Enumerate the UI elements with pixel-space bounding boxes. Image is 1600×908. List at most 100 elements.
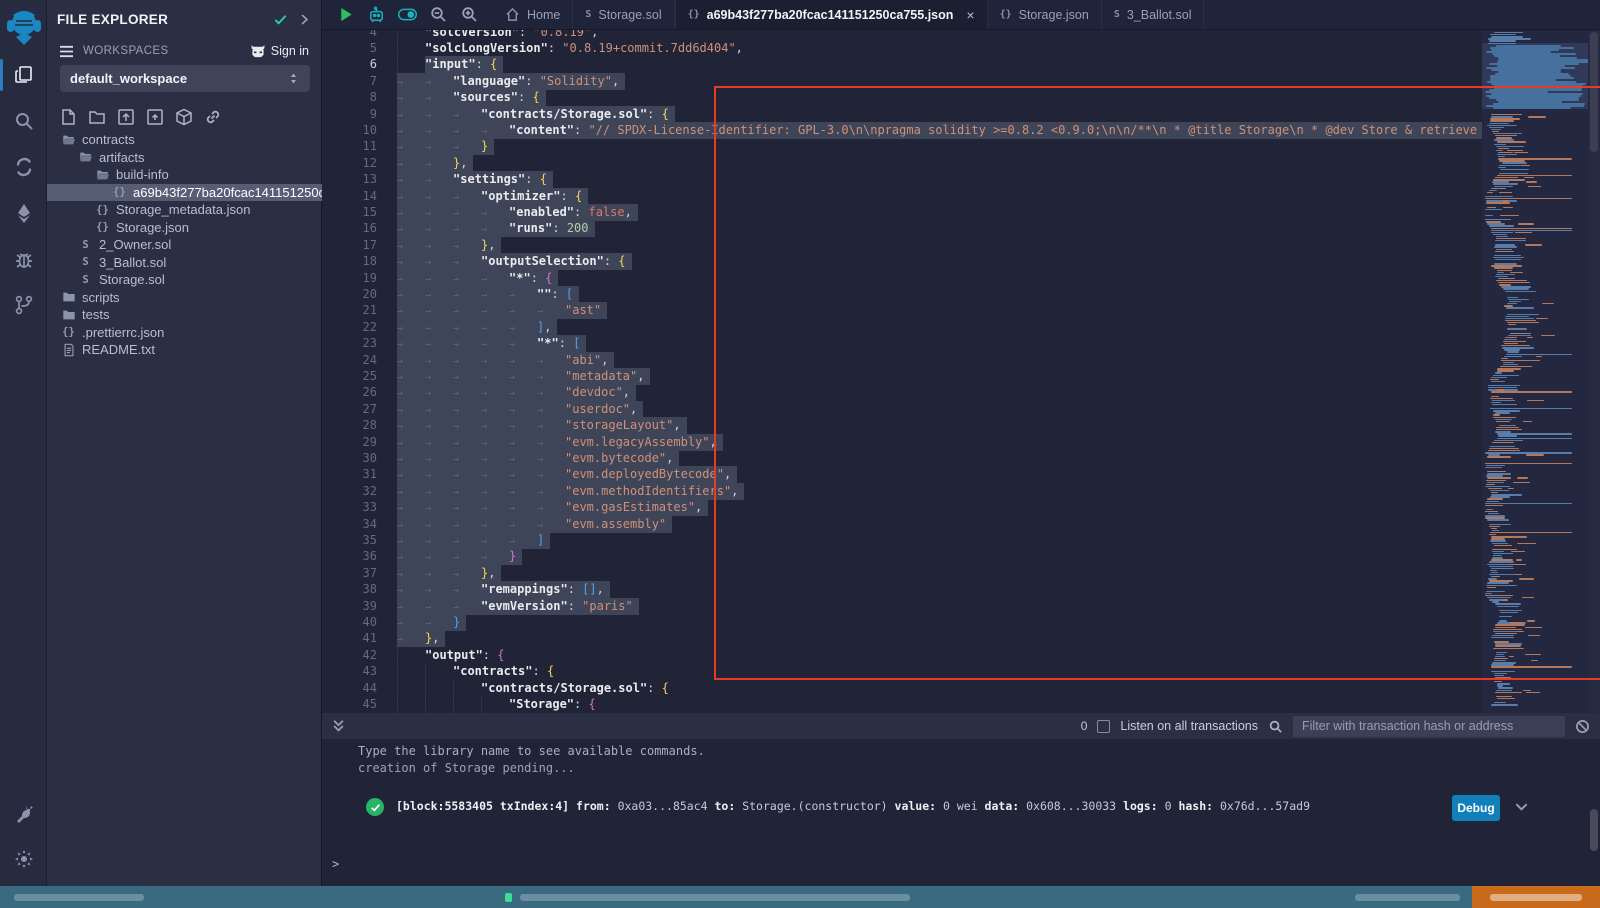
upload-folder-icon[interactable]: [146, 108, 164, 126]
tab-storage-json[interactable]: {}Storage.json: [988, 0, 1102, 29]
debug-button[interactable]: Debug: [1452, 795, 1500, 821]
tree-item-storage-json[interactable]: {}Storage.json: [47, 219, 322, 237]
play-icon[interactable]: [336, 5, 355, 24]
zoom-out-icon[interactable]: [429, 5, 448, 24]
listen-all-transactions-checkbox[interactable]: [1097, 720, 1110, 733]
chevron-right-icon[interactable]: [298, 13, 311, 26]
code-line-21[interactable]: 21→→→→→→"ast": [322, 302, 607, 319]
code-line-44[interactable]: 44"contracts/Storage.sol": {: [322, 680, 669, 697]
code-line-24[interactable]: 24→→→→→→"abi",: [322, 352, 614, 369]
code-line-31[interactable]: 31→→→→→→"evm.deployedBytecode",: [322, 466, 737, 483]
code-line-8[interactable]: 8→→"sources": {: [322, 89, 546, 106]
tab-storage-sol[interactable]: SStorage.sol: [573, 0, 674, 29]
code-line-38[interactable]: 38→→→"remappings": [],: [322, 581, 610, 598]
tree-item-storage-sol[interactable]: SStorage.sol: [47, 271, 322, 289]
code-line-12[interactable]: 12→→},: [322, 155, 473, 172]
check-icon[interactable]: [273, 12, 288, 27]
code-line-25[interactable]: 25→→→→→→"metadata",: [322, 368, 650, 385]
clear-console-icon[interactable]: [1575, 719, 1590, 734]
terminal-output[interactable]: Type the library name to see available c…: [322, 739, 1600, 886]
file-explorer-icon[interactable]: [0, 52, 47, 98]
code-line-15[interactable]: 15→→→→"enabled": false,: [322, 204, 638, 221]
tab-home[interactable]: Home: [493, 0, 573, 29]
tree-item-artifacts[interactable]: artifacts: [47, 149, 322, 167]
tree-item-readme-txt[interactable]: README.txt: [47, 341, 322, 359]
tab-3-ballot-sol[interactable]: S3_Ballot.sol: [1102, 0, 1205, 29]
code-line-10[interactable]: 10→→→→"content": "// SPDX-License-Identi…: [322, 122, 1563, 139]
code-line-16[interactable]: 16→→→→"runs": 200: [322, 220, 595, 237]
code-line-33[interactable]: 33→→→→→→"evm.gasEstimates",: [322, 499, 708, 516]
search-icon[interactable]: [0, 98, 47, 144]
transaction-log-row[interactable]: [block:5583405 txIndex:4] from: 0xa03...…: [366, 797, 1356, 816]
code-line-36[interactable]: 36→→→→}: [322, 548, 522, 565]
code-line-5[interactable]: 5"solcLongVersion": "0.8.19+commit.7dd6d…: [322, 40, 743, 57]
code-line-6[interactable]: 6"input": {: [322, 56, 503, 73]
code-line-35[interactable]: 35→→→→→]: [322, 532, 550, 549]
tab-a69b43f277ba20fcac141151250ca755-json[interactable]: {}a69b43f277ba20fcac141151250ca755.json×: [675, 0, 988, 29]
tree-item-tests[interactable]: tests: [47, 306, 322, 324]
tree-item-build-info[interactable]: build-info: [47, 166, 322, 184]
git-icon[interactable]: [0, 282, 47, 328]
code-editor[interactable]: 4"solcVersion": "0.8.19",5"solcLongVersi…: [322, 30, 1600, 713]
tree-item--prettierrc-json[interactable]: {}.prettierrc.json: [47, 324, 322, 342]
code-line-39[interactable]: 39→→→"evmVersion": "paris": [322, 598, 639, 615]
close-icon[interactable]: ×: [966, 7, 974, 23]
code-line-14[interactable]: 14→→→"optimizer": {: [322, 188, 588, 205]
cube-icon[interactable]: [175, 108, 193, 126]
code-line-27[interactable]: 27→→→→→→"userdoc",: [322, 401, 643, 418]
hamburger-menu-icon[interactable]: [59, 45, 74, 58]
settings-icon[interactable]: [0, 836, 47, 882]
tree-item-storage-metadata-json[interactable]: {}Storage_metadata.json: [47, 201, 322, 219]
code-line-11[interactable]: 11→→→}: [322, 138, 494, 155]
tree-item-contracts[interactable]: contracts: [47, 131, 322, 149]
plugin-manager-icon[interactable]: [0, 790, 47, 836]
chevron-down-icon[interactable]: [1514, 799, 1529, 817]
code-line-22[interactable]: 22→→→→→],: [322, 319, 557, 336]
code-line-29[interactable]: 29→→→→→→"evm.legacyAssembly",: [322, 434, 723, 451]
code-line-30[interactable]: 30→→→→→→"evm.bytecode",: [322, 450, 679, 467]
code-line-41[interactable]: 41→},: [322, 630, 445, 647]
code-line-20[interactable]: 20→→→→→"": [: [322, 286, 579, 303]
status-alert-badge[interactable]: [1472, 886, 1600, 908]
link-icon[interactable]: [204, 108, 222, 126]
transaction-filter-input[interactable]: [1293, 716, 1565, 737]
code-line-17[interactable]: 17→→→},: [322, 237, 501, 254]
code-line-26[interactable]: 26→→→→→→"devdoc",: [322, 384, 636, 401]
debugger-icon[interactable]: [0, 236, 47, 282]
workspace-selector[interactable]: default_workspace: [60, 65, 310, 92]
code-line-42[interactable]: 42"output": {: [322, 647, 504, 664]
search-icon[interactable]: [1268, 719, 1283, 734]
new-file-icon[interactable]: [59, 108, 77, 126]
code-line-28[interactable]: 28→→→→→→"storageLayout",: [322, 417, 687, 434]
code-line-40[interactable]: 40→→}: [322, 614, 466, 631]
code-line-7[interactable]: 7→→"language": "Solidity",: [322, 73, 625, 90]
minimap[interactable]: [1482, 30, 1588, 713]
code-line-45[interactable]: 45"Storage": {: [322, 696, 596, 713]
robot-icon[interactable]: [367, 5, 386, 24]
deploy-run-icon[interactable]: [0, 190, 47, 236]
terminal-prompt[interactable]: >: [332, 857, 339, 871]
editor-scrollbar[interactable]: [1588, 30, 1600, 713]
tree-item-2-owner-sol[interactable]: S2_Owner.sol: [47, 236, 322, 254]
code-line-37[interactable]: 37→→→},: [322, 565, 501, 582]
tree-item-a69b43f277ba20fcac141151250ca7-[interactable]: {}a69b43f277ba20fcac141151250ca7...: [47, 184, 322, 202]
toggle-icon[interactable]: [398, 5, 417, 24]
tree-item-scripts[interactable]: scripts: [47, 289, 322, 307]
tree-item-3-ballot-sol[interactable]: S3_Ballot.sol: [47, 254, 322, 272]
code-line-32[interactable]: 32→→→→→→"evm.methodIdentifiers",: [322, 483, 744, 500]
github-sign-in-button[interactable]: Sign in: [250, 44, 309, 58]
zoom-in-icon[interactable]: [460, 5, 479, 24]
upload-file-icon[interactable]: [117, 108, 135, 126]
new-folder-icon[interactable]: [88, 108, 106, 126]
solidity-compiler-icon[interactable]: [0, 144, 47, 190]
code-line-43[interactable]: 43"contracts": {: [322, 663, 554, 680]
code-line-34[interactable]: 34→→→→→→"evm.assembly": [322, 516, 672, 533]
remix-logo-icon[interactable]: [0, 0, 47, 52]
chevrons-down-icon[interactable]: [332, 719, 345, 733]
code-line-23[interactable]: 23→→→→→"*": [: [322, 335, 586, 352]
code-line-13[interactable]: 13→→"settings": {: [322, 171, 553, 188]
code-line-18[interactable]: 18→→→"outputSelection": {: [322, 253, 632, 270]
code-line-9[interactable]: 9→→→"contracts/Storage.sol": {: [322, 106, 675, 123]
code-line-19[interactable]: 19→→→→"*": {: [322, 270, 558, 287]
terminal-scrollbar-thumb[interactable]: [1590, 809, 1598, 851]
